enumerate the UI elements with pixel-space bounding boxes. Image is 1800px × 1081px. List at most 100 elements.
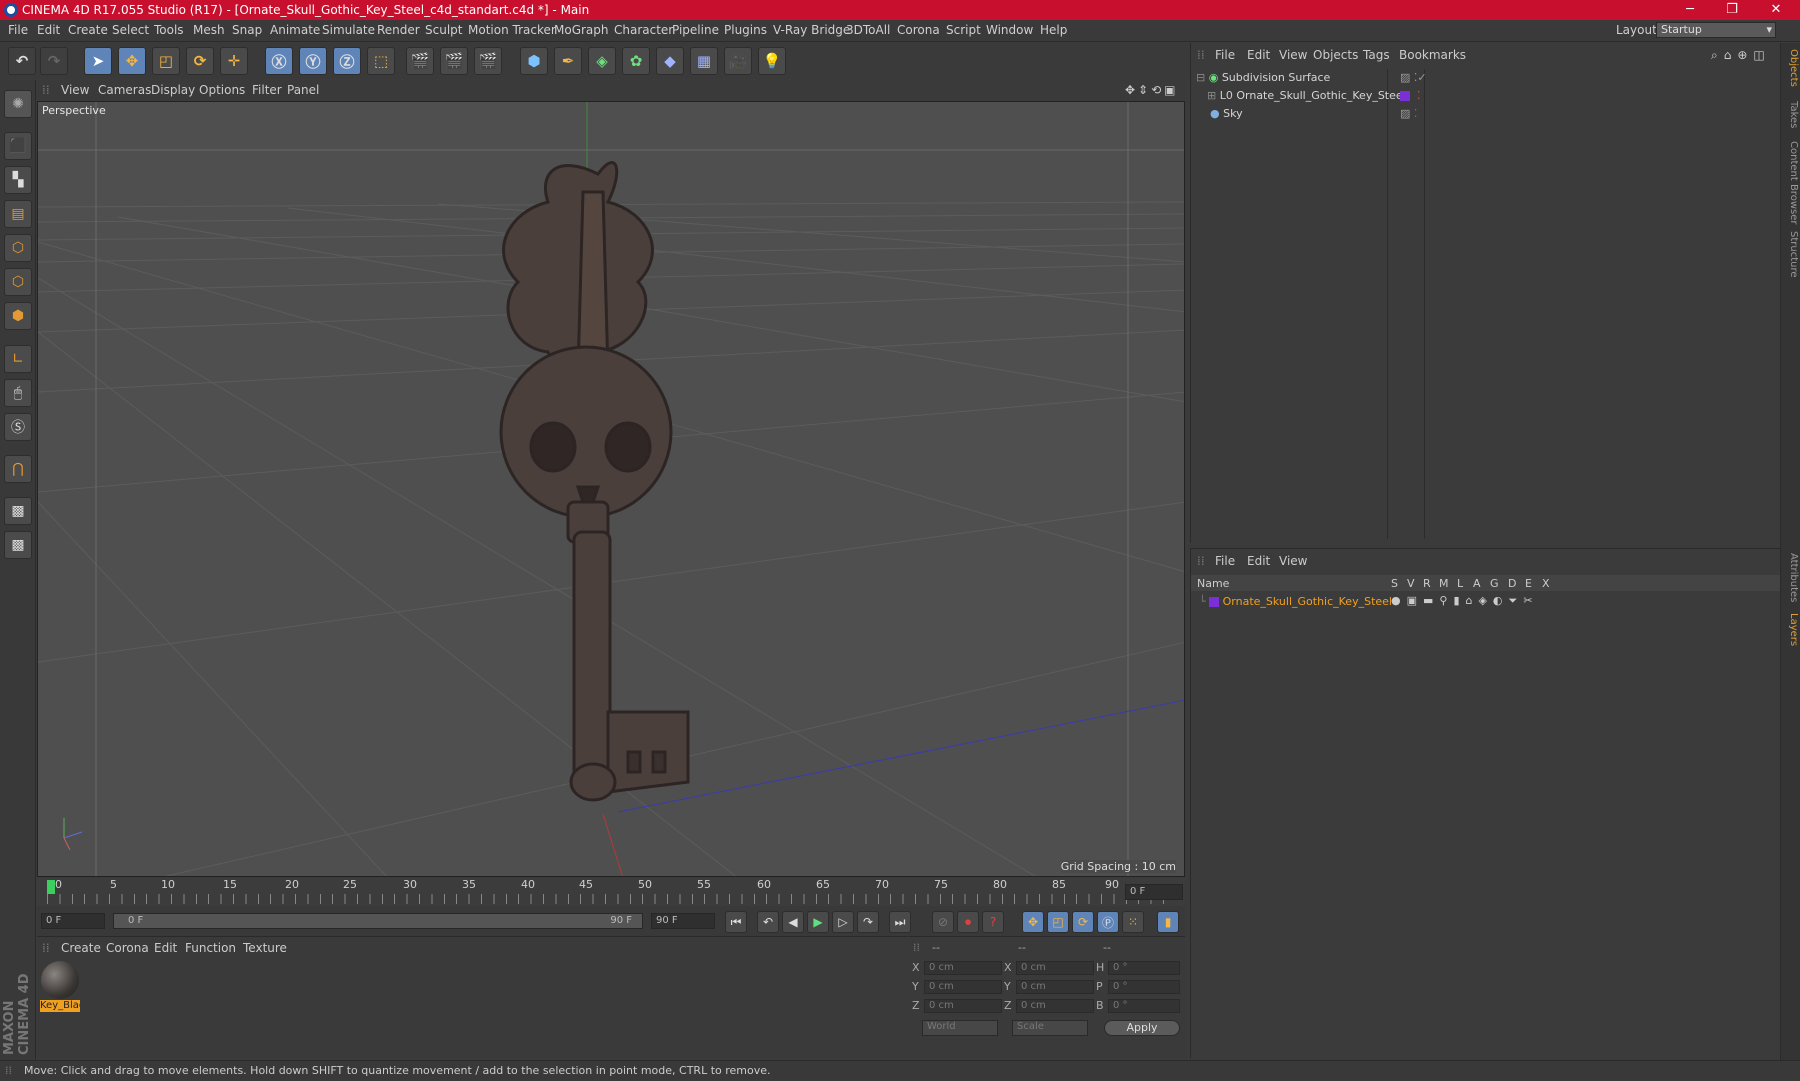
menu-edit[interactable]: Edit (37, 23, 60, 37)
menu-script[interactable]: Script (946, 23, 981, 37)
layer-menu-edit[interactable]: Edit (1247, 554, 1270, 568)
redo-button[interactable]: ↷ (40, 47, 68, 75)
deformer-button[interactable]: ◆ (656, 47, 684, 75)
material-menu-texture[interactable]: Texture (243, 941, 287, 955)
material-menu-edit[interactable]: Edit (154, 941, 177, 955)
3d-viewport[interactable]: Perspective Grid Spacing : 10 cm (37, 101, 1185, 877)
workplane-mode-button[interactable]: ▤ (4, 200, 32, 228)
layer-col-v[interactable]: V (1407, 577, 1415, 590)
y-axis-button[interactable]: Ⓨ (299, 47, 327, 75)
coord-pos-x-field[interactable]: 0 cm (924, 961, 1002, 975)
lock-workplane-button[interactable]: ▩ (4, 497, 32, 525)
playhead[interactable] (47, 880, 55, 894)
coord-size-z-field[interactable]: 0 cm (1016, 999, 1094, 1013)
go-to-end-button[interactable]: ⏭ (889, 911, 911, 933)
subdivision-button[interactable]: ◈ (588, 47, 616, 75)
menu-help[interactable]: Help (1040, 23, 1067, 37)
visibility-dots-icon[interactable]: ⁚ (1417, 87, 1421, 105)
viewport-nav-icons[interactable]: ✥⇕⟲▣ (1125, 83, 1179, 97)
menu-vray-bridge[interactable]: V-Ray Bridge (773, 23, 850, 37)
coord-pos-z-field[interactable]: 0 cm (924, 999, 1002, 1013)
preview-range-slider[interactable]: 0 F 90 F (113, 913, 643, 929)
menu-animate[interactable]: Animate (270, 23, 320, 37)
floor-button[interactable]: ▦ (690, 47, 718, 75)
layer-col-r[interactable]: R (1423, 577, 1431, 590)
timeline-ruler[interactable]: 0 5 10 15 20 25 30 35 40 45 50 55 60 65 … (37, 878, 1185, 906)
coord-grip[interactable]: ⁞⁞ (913, 941, 920, 954)
previous-key-button[interactable]: ↶ (757, 911, 779, 933)
tab-layers[interactable]: Layers (1783, 613, 1799, 646)
viewport-menu-panel[interactable]: Panel (287, 83, 319, 97)
object-row-key[interactable]: ⊞ L0 Ornate_Skull_Gothic_Key_Steel ⁚ (1207, 87, 1421, 105)
previous-frame-button[interactable]: ◀ (782, 911, 804, 933)
viewport-menu-filter[interactable]: Filter (252, 83, 282, 97)
scale-button[interactable]: ◰ (152, 47, 180, 75)
timeline-window-button[interactable]: ▮ (1157, 911, 1179, 933)
menu-window[interactable]: Window (986, 23, 1033, 37)
menu-plugins[interactable]: Plugins (724, 23, 767, 37)
play-button[interactable]: ▶ (807, 911, 829, 933)
layer-menu-file[interactable]: File (1215, 554, 1235, 568)
menu-file[interactable]: File (8, 23, 28, 37)
menu-render[interactable]: Render (377, 23, 420, 37)
tab-content-browser[interactable]: Content Browser (1783, 141, 1799, 224)
layout-dropdown[interactable]: Startup ▾ (1656, 22, 1776, 38)
camera-button[interactable]: 🎥 (724, 47, 752, 75)
menu-snap[interactable]: Snap (232, 23, 262, 37)
viewport-menu-options[interactable]: Options (199, 83, 245, 97)
axis-mode-button[interactable]: ∟ (4, 345, 32, 373)
workplane-grid-button[interactable]: ▩ (4, 531, 32, 559)
start-frame-field[interactable]: 0 F (41, 913, 105, 929)
layer-color-swatch[interactable] (1400, 91, 1410, 101)
current-frame-field[interactable]: 0 F (1125, 884, 1183, 900)
viewport-menu-view[interactable]: View (61, 83, 89, 97)
object-menu-view[interactable]: View (1279, 48, 1307, 62)
coord-rot-p-field[interactable]: 0 ° (1108, 980, 1180, 994)
menu-sculpt[interactable]: Sculpt (425, 23, 462, 37)
recent-tool-button[interactable]: ✛ (220, 47, 248, 75)
menu-select[interactable]: Select (112, 23, 149, 37)
viewport-menu-cameras[interactable]: Cameras (98, 83, 151, 97)
light-button[interactable]: 💡 (758, 47, 786, 75)
layer-col-g[interactable]: G (1490, 577, 1499, 590)
menu-corona[interactable]: Corona (897, 23, 940, 37)
coord-size-x-field[interactable]: 0 cm (1016, 961, 1094, 975)
record-button[interactable]: ⊘ (932, 911, 954, 933)
object-menu-file[interactable]: File (1215, 48, 1235, 62)
object-row-subdivision[interactable]: ⊟ ◉ Subdivision Surface ▨ ⁚✓ (1196, 69, 1427, 87)
tab-objects[interactable]: Objects (1783, 49, 1799, 87)
object-header-icons[interactable]: ⌕⌂⊕◫ (1711, 48, 1771, 63)
layer-col-m[interactable]: M (1439, 577, 1449, 590)
render-picture-viewer-button[interactable]: 🎬 (440, 47, 468, 75)
layer-toggles-icons[interactable]: ●▣▬⚲▮⌂◈◐⏷✂ (1391, 594, 1539, 608)
layer-menu-view[interactable]: View (1279, 554, 1307, 568)
texture-mode-button[interactable]: ▚ (4, 166, 32, 194)
viewport-menu-display[interactable]: Display (151, 83, 195, 97)
coord-rot-b-field[interactable]: 0 ° (1108, 999, 1180, 1013)
key-scale-button[interactable]: ◰ (1047, 911, 1069, 933)
magnet-button[interactable]: ⋂ (4, 455, 32, 483)
coord-rot-h-field[interactable]: 0 ° (1108, 961, 1180, 975)
material-grip[interactable]: ⁞⁞ (42, 941, 50, 955)
object-menu-objects[interactable]: Objects (1313, 48, 1358, 62)
maximize-button[interactable]: ❐ (1712, 0, 1752, 20)
pen-spline-button[interactable]: ✒ (554, 47, 582, 75)
render-settings-button[interactable]: 🎬 (474, 47, 502, 75)
next-frame-button[interactable]: ▷ (832, 911, 854, 933)
key-pla-button[interactable]: ⁙ (1122, 911, 1144, 933)
layer-col-e[interactable]: E (1525, 577, 1532, 590)
z-axis-button[interactable]: Ⓩ (333, 47, 361, 75)
model-mode-button[interactable]: ⬛ (4, 132, 32, 160)
close-button[interactable]: ✕ (1756, 0, 1796, 20)
layer-col-s[interactable]: S (1391, 577, 1398, 590)
cube-button[interactable]: ⬢ (520, 47, 548, 75)
menu-tools[interactable]: Tools (154, 23, 184, 37)
object-grip[interactable]: ⁞⁞ (1197, 48, 1205, 62)
material-menu-create[interactable]: Create (61, 941, 101, 955)
visibility-toggle-icon[interactable]: ▨ ⁚✓ (1400, 69, 1427, 87)
layer-col-d[interactable]: D (1508, 577, 1516, 590)
tab-structure[interactable]: Structure (1783, 231, 1799, 278)
edges-mode-button[interactable]: ⬡ (4, 268, 32, 296)
keyframe-selection-button[interactable]: ? (982, 911, 1004, 933)
tab-takes[interactable]: Takes (1783, 101, 1799, 128)
